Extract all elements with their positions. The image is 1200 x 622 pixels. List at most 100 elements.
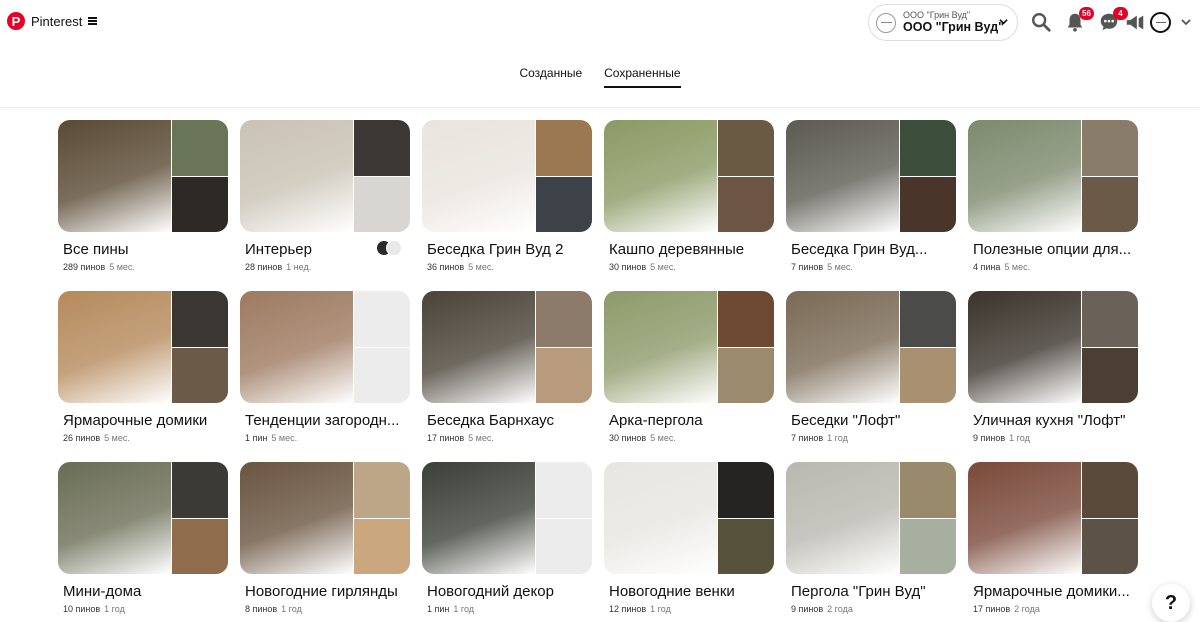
board-updated-age: 1 год <box>827 433 848 443</box>
board-card[interactable]: Беседки "Лофт" 7 пинов 1 год <box>786 291 956 462</box>
board-updated-age: 1 год <box>1009 433 1030 443</box>
board-updated-age: 5 мес. <box>1004 262 1031 272</box>
board-cover-side-image <box>172 176 228 232</box>
board-cover <box>604 462 774 574</box>
board-cover-main-image <box>604 462 717 574</box>
board-meta: 1 пин 1 год <box>422 604 592 614</box>
board-cover-main-image <box>604 120 717 232</box>
pinterest-logo[interactable]: P Pinterest <box>7 12 98 30</box>
board-cover <box>240 291 410 403</box>
collaborator-avatar <box>386 240 402 256</box>
board-cover-side-image <box>172 120 228 177</box>
tab-created[interactable]: Созданные <box>519 66 582 88</box>
board-title: Ярмарочные домики... <box>973 583 1130 600</box>
board-card[interactable]: Новогодние гирлянды 8 пинов 1 год <box>240 462 410 622</box>
board-pin-count: 17 пинов <box>973 604 1011 614</box>
board-title: Полезные опции для... <box>973 241 1132 258</box>
board-cover-main-image <box>240 291 353 403</box>
board-cover-side-image <box>718 120 774 177</box>
profile-avatar[interactable] <box>1150 12 1171 33</box>
board-pin-count: 12 пинов <box>609 604 647 614</box>
board-card[interactable]: Ярмарочные домики 26 пинов 5 мес. <box>58 291 228 462</box>
board-collaborators <box>376 240 402 256</box>
board-cover <box>786 120 956 232</box>
board-cover <box>968 120 1138 232</box>
notifications-button[interactable]: 56 <box>1064 7 1094 33</box>
board-card[interactable]: Беседка Барнхаус 17 пинов 5 мес. <box>422 291 592 462</box>
board-pin-count: 17 пинов <box>427 433 465 443</box>
board-card[interactable]: Новогодние венки 12 пинов 1 год <box>604 462 774 622</box>
board-cover-main-image <box>422 291 535 403</box>
board-cover-side-image <box>718 462 774 519</box>
board-cover-side-image <box>900 291 956 348</box>
board-pin-count: 9 пинов <box>791 604 824 614</box>
board-cover-side-image <box>900 347 956 403</box>
board-cover-main-image <box>58 291 171 403</box>
board-cover-main-image <box>422 462 535 574</box>
board-card[interactable]: Арка-пергола 30 пинов 5 мес. <box>604 291 774 462</box>
profile-tabs: Созданные Сохраненные <box>0 66 1200 88</box>
account-avatar <box>876 12 896 33</box>
board-meta: 30 пинов 5 мес. <box>604 433 774 443</box>
board-meta: 36 пинов 5 мес. <box>422 262 592 272</box>
messages-button[interactable]: 4 <box>1098 7 1128 33</box>
board-cover-main-image <box>786 120 899 232</box>
board-card[interactable]: Беседка Грин Вуд... 7 пинов 5 мес. <box>786 120 956 291</box>
board-card[interactable]: Кашпо деревянные 30 пинов 5 мес. <box>604 120 774 291</box>
board-cover-side-image <box>172 462 228 519</box>
board-cover <box>58 120 228 232</box>
board-card[interactable]: Тенденции загородн... 1 пин 5 мес. <box>240 291 410 462</box>
board-card[interactable]: Полезные опции для... 4 пина 5 мес. <box>968 120 1138 291</box>
board-title: Беседка Барнхаус <box>427 412 555 429</box>
board-meta: 8 пинов 1 год <box>240 604 410 614</box>
board-card[interactable]: Новогодний декор 1 пин 1 год <box>422 462 592 622</box>
board-card[interactable]: Уличная кухня "Лофт" 9 пинов 1 год <box>968 291 1138 462</box>
board-card[interactable]: Ярмарочные домики... 17 пинов 2 года <box>968 462 1138 622</box>
board-cover-side-image <box>1082 176 1138 232</box>
megaphone-icon[interactable] <box>1124 11 1146 33</box>
help-button[interactable]: ? <box>1152 584 1190 622</box>
board-updated-age: 1 год <box>453 604 475 614</box>
board-cover-side-image <box>172 518 228 574</box>
board-cover-side-image <box>900 462 956 519</box>
board-title: Тенденции загородн... <box>245 412 400 429</box>
board-card[interactable]: Беседка Грин Вуд 2 36 пинов 5 мес. <box>422 120 592 291</box>
board-title: Арка-пергола <box>609 412 703 429</box>
search-icon[interactable] <box>1030 11 1052 33</box>
board-card[interactable]: Все пины 289 пинов 5 мес. <box>58 120 228 291</box>
chevron-down-icon <box>999 19 1008 25</box>
board-meta: 26 пинов 5 мес. <box>58 433 228 443</box>
board-updated-age: 5 мес. <box>271 433 298 443</box>
board-pin-count: 28 пинов <box>245 262 283 272</box>
board-pin-count: 10 пинов <box>63 604 101 614</box>
board-cover <box>604 291 774 403</box>
board-cover-side-image <box>172 291 228 348</box>
board-updated-age: 2 года <box>827 604 853 614</box>
board-cover-side-image <box>354 518 410 574</box>
board-cover-side-image <box>536 120 592 177</box>
board-pin-count: 30 пинов <box>609 433 647 443</box>
board-cover-main-image <box>786 462 899 574</box>
board-meta: 7 пинов 1 год <box>786 433 956 443</box>
board-cover-side-image <box>536 462 592 519</box>
board-title: Новогодние венки <box>609 583 735 600</box>
board-cover <box>422 291 592 403</box>
board-card[interactable]: Мини-дома 10 пинов 1 год <box>58 462 228 622</box>
board-card[interactable]: Интерьер 28 пинов 1 нед. <box>240 120 410 291</box>
board-updated-age: 5 мес. <box>109 262 135 272</box>
board-meta: 289 пинов 5 мес. <box>58 262 228 272</box>
account-switcher[interactable]: ООО "Грин Вуд" ООО "Грин Вуд" <box>868 4 1018 41</box>
board-meta: 1 пин 5 мес. <box>240 433 410 443</box>
board-cover-side-image <box>1082 347 1138 403</box>
board-pin-count: 1 пин <box>427 604 450 614</box>
board-cover-side-image <box>718 347 774 403</box>
chevron-down-icon[interactable] <box>1181 17 1191 27</box>
board-card[interactable]: Пергола "Грин Вуд" 9 пинов 2 года <box>786 462 956 622</box>
board-cover <box>604 120 774 232</box>
board-cover-side-image <box>900 120 956 177</box>
board-updated-age: 1 нед. <box>286 262 312 272</box>
tab-saved[interactable]: Сохраненные <box>604 66 681 88</box>
brand-label: Pinterest <box>31 13 83 29</box>
menu-icon[interactable] <box>88 17 98 25</box>
board-title: Уличная кухня "Лофт" <box>973 412 1126 429</box>
